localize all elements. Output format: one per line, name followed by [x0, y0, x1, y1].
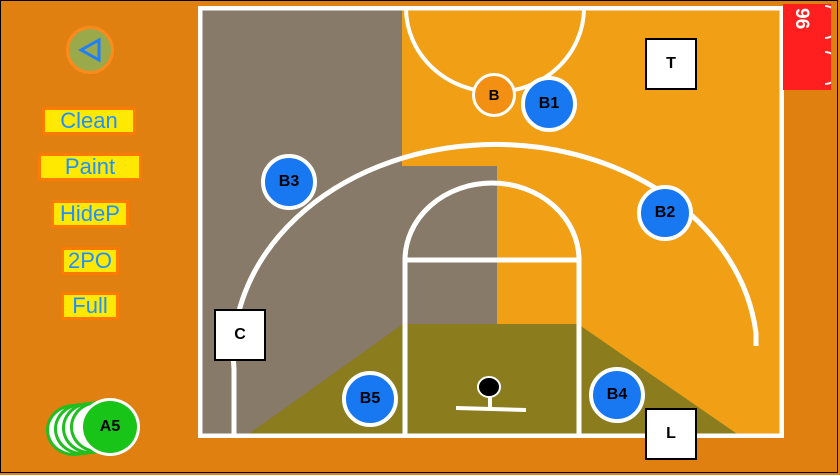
- bench-player-a5[interactable]: A5: [80, 398, 140, 456]
- player-b4[interactable]: B4: [589, 367, 645, 423]
- clean-button[interactable]: Clean: [42, 107, 136, 135]
- marker-l[interactable]: L: [645, 408, 697, 460]
- triangle-left-icon: [78, 37, 101, 63]
- score-value: 96: [791, 8, 812, 30]
- back-button[interactable]: [66, 26, 114, 74]
- player-b2[interactable]: B2: [637, 185, 693, 241]
- player-b1[interactable]: B1: [521, 76, 577, 132]
- marker-c[interactable]: C: [214, 309, 266, 361]
- ball[interactable]: B: [472, 73, 516, 117]
- hide-players-button[interactable]: HideP: [51, 200, 129, 228]
- two-po-button[interactable]: 2PO: [61, 247, 119, 275]
- player-b5[interactable]: B5: [342, 371, 398, 427]
- marker-t[interactable]: T: [645, 38, 697, 90]
- full-button[interactable]: Full: [61, 292, 119, 320]
- player-b3[interactable]: B3: [261, 154, 317, 210]
- hoop: [477, 376, 501, 398]
- paint-button[interactable]: Paint: [38, 153, 142, 181]
